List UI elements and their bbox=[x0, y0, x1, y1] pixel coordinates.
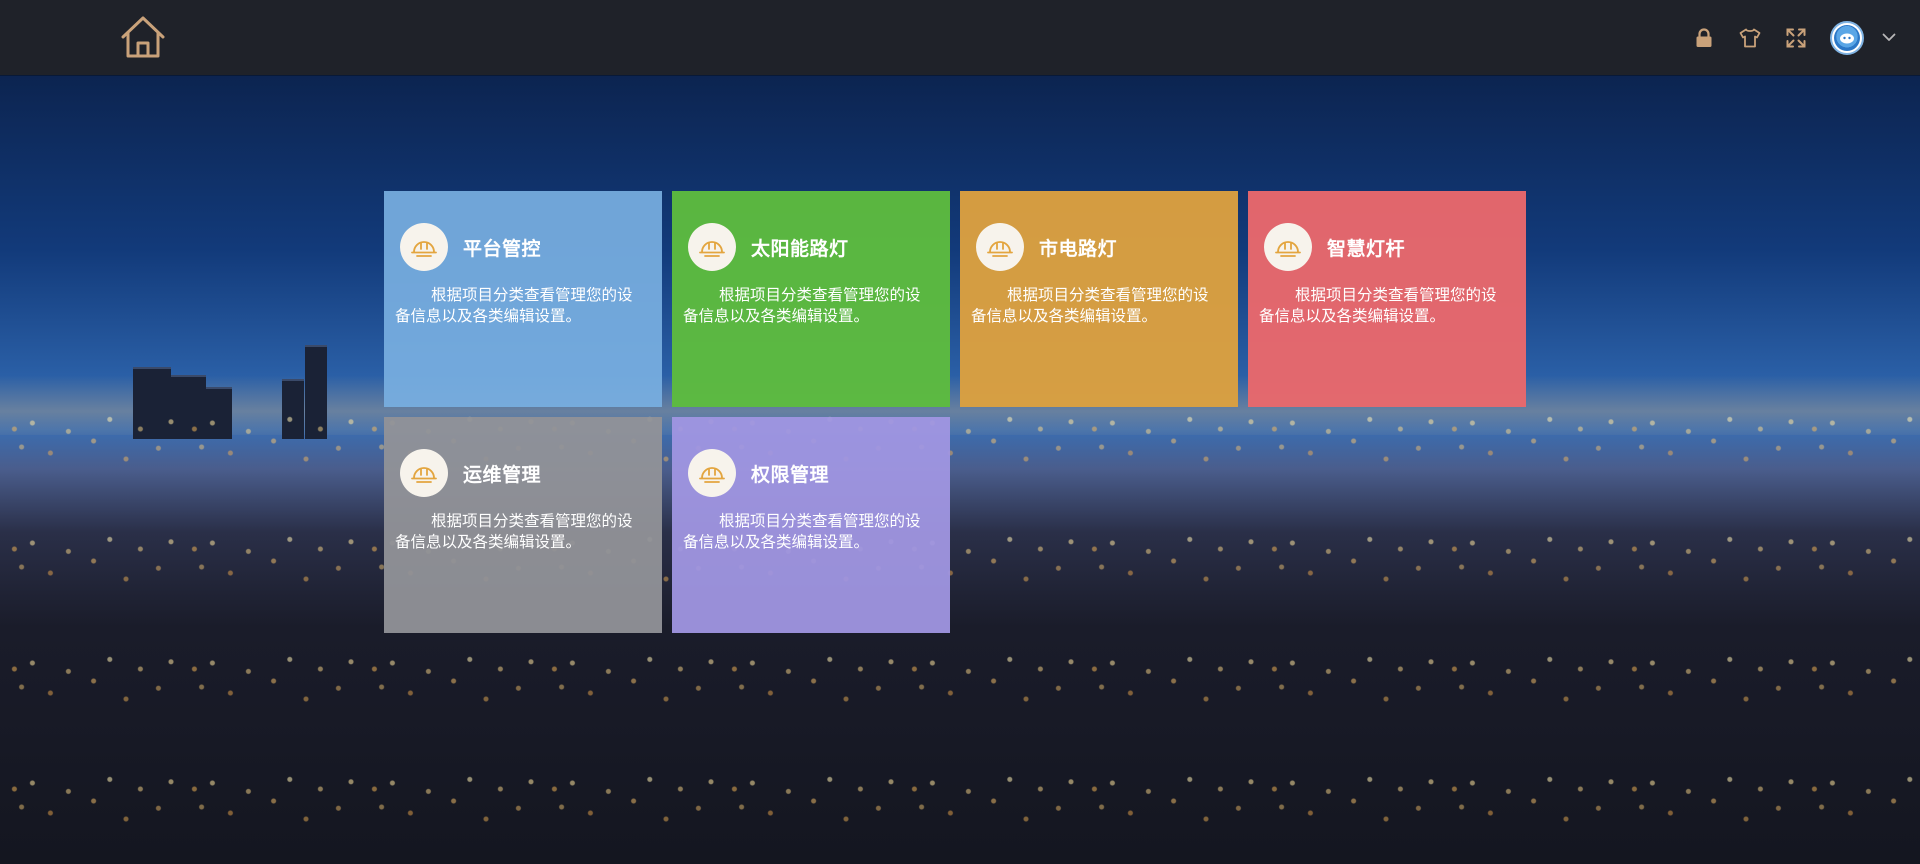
tile-header: 权限管理 bbox=[688, 449, 930, 497]
fullscreen-icon[interactable] bbox=[1784, 26, 1808, 50]
tile-description: 根据项目分类查看管理您的设备信息以及各类编辑设置。 bbox=[683, 286, 921, 325]
tile-description: 根据项目分类查看管理您的设备信息以及各类编辑设置。 bbox=[395, 286, 633, 325]
tshirt-icon[interactable] bbox=[1738, 26, 1762, 50]
helmet-icon bbox=[1264, 223, 1312, 271]
tile-platform-control[interactable]: 平台管控 根据项目分类查看管理您的设备信息以及各类编辑设置。 bbox=[384, 191, 662, 407]
lock-icon[interactable] bbox=[1692, 26, 1716, 50]
tile-mains-streetlight[interactable]: 市电路灯 根据项目分类查看管理您的设备信息以及各类编辑设置。 bbox=[960, 191, 1238, 407]
helmet-icon bbox=[976, 223, 1024, 271]
avatar-image bbox=[1834, 24, 1860, 51]
tile-title: 运维管理 bbox=[463, 463, 542, 486]
tile-title: 市电路灯 bbox=[1039, 237, 1118, 260]
toolbar-right bbox=[1692, 0, 1920, 75]
tile-title: 权限管理 bbox=[751, 463, 830, 486]
tile-description: 根据项目分类查看管理您的设备信息以及各类编辑设置。 bbox=[971, 286, 1209, 325]
tile-title: 智慧灯杆 bbox=[1327, 237, 1406, 260]
top-bar bbox=[0, 0, 1920, 75]
chevron-down-icon[interactable] bbox=[1880, 29, 1898, 47]
tile-header: 运维管理 bbox=[400, 449, 642, 497]
tile-title: 太阳能路灯 bbox=[751, 237, 849, 260]
tile-header: 太阳能路灯 bbox=[688, 223, 930, 271]
avatar[interactable] bbox=[1830, 20, 1864, 55]
tile-header: 智慧灯杆 bbox=[1264, 223, 1506, 271]
tile-title: 平台管控 bbox=[463, 237, 542, 260]
tile-smart-pole[interactable]: 智慧灯杆 根据项目分类查看管理您的设备信息以及各类编辑设置。 bbox=[1248, 191, 1526, 407]
tile-header: 市电路灯 bbox=[976, 223, 1218, 271]
home-icon[interactable] bbox=[119, 13, 167, 61]
tile-description: 根据项目分类查看管理您的设备信息以及各类编辑设置。 bbox=[683, 512, 921, 551]
tile-description: 根据项目分类查看管理您的设备信息以及各类编辑设置。 bbox=[395, 512, 633, 551]
helmet-icon bbox=[400, 223, 448, 271]
tile-solar-streetlight[interactable]: 太阳能路灯 根据项目分类查看管理您的设备信息以及各类编辑设置。 bbox=[672, 191, 950, 407]
helmet-icon bbox=[688, 449, 736, 497]
tile-permissions[interactable]: 权限管理 根据项目分类查看管理您的设备信息以及各类编辑设置。 bbox=[672, 417, 950, 633]
helmet-icon bbox=[688, 223, 736, 271]
helmet-icon bbox=[400, 449, 448, 497]
tile-operations[interactable]: 运维管理 根据项目分类查看管理您的设备信息以及各类编辑设置。 bbox=[384, 417, 662, 633]
tile-description: 根据项目分类查看管理您的设备信息以及各类编辑设置。 bbox=[1259, 286, 1497, 325]
module-grid: 平台管控 根据项目分类查看管理您的设备信息以及各类编辑设置。 太阳能路灯 根据项… bbox=[384, 191, 1528, 634]
tile-header: 平台管控 bbox=[400, 223, 642, 271]
